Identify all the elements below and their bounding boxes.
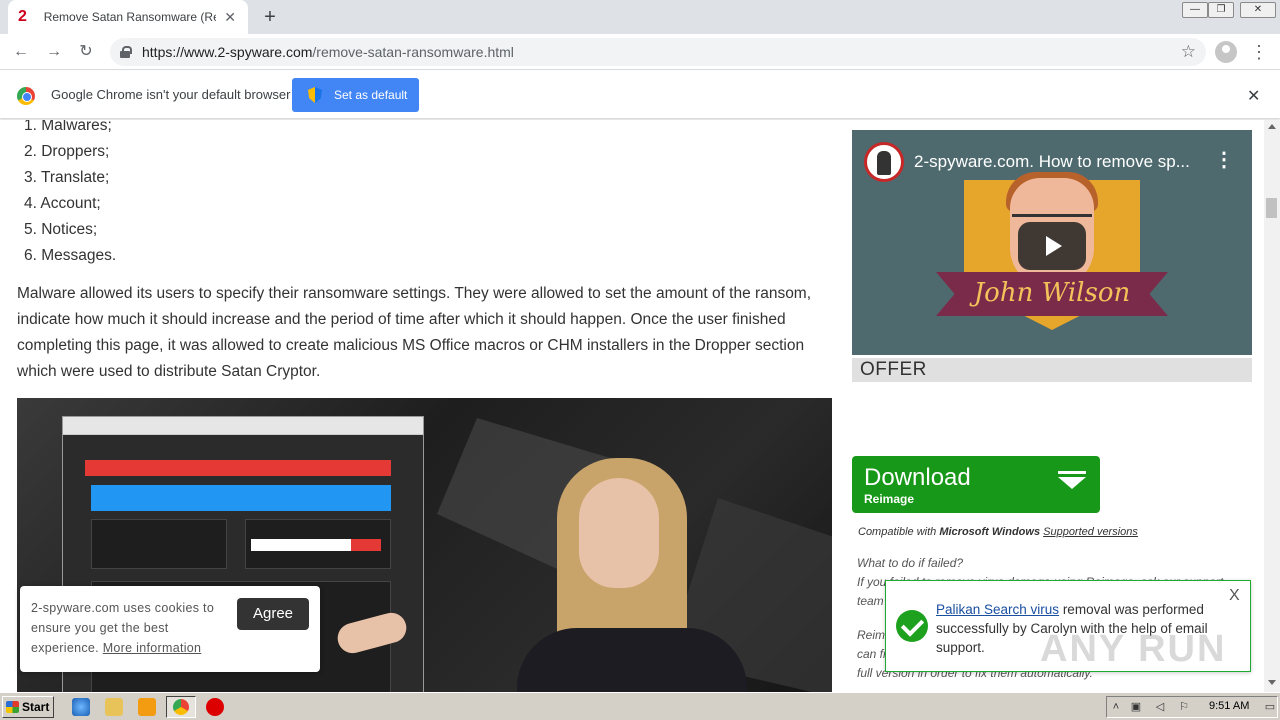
list-item: 4. Account;: [24, 195, 101, 212]
more-options-icon[interactable]: ⋮: [1214, 150, 1234, 170]
windows-flag-icon: [6, 701, 19, 713]
page-scrollbar[interactable]: [1264, 120, 1280, 692]
minimize-button[interactable]: —: [1182, 2, 1208, 18]
article-paragraph: Malware allowed its users to specify the…: [17, 285, 812, 380]
media-player-icon[interactable]: [138, 698, 156, 716]
forward-button[interactable]: →: [42, 40, 66, 64]
show-desktop-icon[interactable]: ▭: [1263, 701, 1277, 713]
site-favicon-icon: 2: [18, 8, 27, 25]
windows-taskbar: Start ˄ ▣ ◁ ⚐ 9:51 AM ▭: [0, 692, 1280, 720]
action-center-flag-icon[interactable]: ⚐: [1177, 701, 1191, 713]
youtube-embed[interactable]: John Wilson 2-spyware.com. How to remove…: [852, 130, 1252, 355]
presenter-image: [517, 458, 747, 692]
scroll-thumb[interactable]: [1266, 198, 1277, 218]
download-label: Download: [864, 464, 971, 491]
system-tray: ˄ ▣ ◁ ⚐ 9:51 AM ▭: [1106, 696, 1278, 718]
feature-list: 1. Malwares; 2. Droppers; 3. Translate; …: [24, 120, 116, 269]
start-button[interactable]: Start: [2, 696, 54, 718]
list-item: 2. Droppers;: [24, 143, 110, 160]
success-check-icon: [896, 610, 928, 642]
download-arrow-icon: [1058, 471, 1086, 497]
browser-tab[interactable]: 2 Remove Satan Ransomware (Remov ✕: [8, 0, 248, 34]
download-sublabel: Reimage: [864, 492, 915, 506]
notification-close-icon[interactable]: X: [1229, 587, 1240, 605]
tray-expand-icon[interactable]: ˄: [1109, 701, 1123, 713]
list-item: 6. Messages.: [24, 247, 117, 264]
new-tab-button[interactable]: +: [258, 6, 282, 28]
video-title[interactable]: 2-spyware.com. How to remove sp...: [914, 152, 1214, 172]
back-button[interactable]: ←: [9, 40, 33, 64]
channel-avatar-icon[interactable]: [864, 142, 904, 182]
taskbar-clock[interactable]: 9:51 AM: [1209, 700, 1249, 712]
internet-explorer-icon[interactable]: [72, 698, 90, 716]
url-text: https://www.2-spyware.com/remove-satan-r…: [142, 44, 514, 60]
default-browser-infobar: Google Chrome isn't your default browser…: [0, 71, 1280, 119]
agree-button[interactable]: Agree: [237, 598, 309, 630]
uac-shield-icon: [308, 87, 322, 103]
chrome-logo-icon: [17, 87, 35, 105]
security-alert-icon[interactable]: [206, 698, 224, 716]
infobar-message: Google Chrome isn't your default browser: [51, 87, 291, 102]
offer-heading: OFFER: [852, 358, 1252, 382]
reload-button[interactable]: ↻: [74, 40, 98, 64]
restore-button[interactable]: ❐: [1208, 2, 1234, 18]
taskbar-chrome-button[interactable]: [166, 696, 196, 718]
browser-toolbar: ← → ↻ https://www.2-spyware.com/remove-s…: [0, 34, 1280, 70]
address-bar[interactable]: https://www.2-spyware.com/remove-satan-r…: [110, 38, 1206, 66]
play-button-icon[interactable]: [1018, 222, 1086, 270]
web-page: 1. Malwares; 2. Droppers; 3. Translate; …: [0, 120, 1264, 692]
lock-icon[interactable]: [120, 46, 132, 58]
anyrun-watermark: ANY RUN: [1040, 628, 1227, 670]
volume-icon[interactable]: ◁: [1153, 701, 1167, 713]
explorer-folder-icon[interactable]: [105, 698, 123, 716]
set-as-default-label: Set as default: [334, 88, 408, 102]
network-icon[interactable]: ▣: [1129, 701, 1143, 713]
download-button[interactable]: Download Reimage: [852, 456, 1100, 513]
tab-close-icon[interactable]: ✕: [222, 9, 238, 25]
list-item: 1. Malwares;: [24, 120, 112, 134]
list-item: 3. Translate;: [24, 169, 110, 186]
supported-versions-link[interactable]: Supported versions: [1043, 526, 1138, 538]
chrome-taskbar-icon: [173, 699, 189, 715]
cookie-banner: 2-spyware.com uses cookies to ensure you…: [20, 586, 320, 672]
cookie-text: 2-spyware.com uses cookies to ensure you…: [31, 601, 215, 655]
tab-title: Remove Satan Ransomware (Remov: [43, 10, 217, 24]
set-as-default-button[interactable]: Set as default: [292, 78, 419, 112]
virus-link[interactable]: Palikan Search virus: [936, 602, 1059, 617]
window-close-button[interactable]: ✕: [1240, 2, 1276, 18]
start-label: Start: [22, 700, 50, 714]
infobar-close-icon[interactable]: ✕: [1247, 86, 1260, 106]
more-information-link[interactable]: More information: [103, 641, 202, 655]
tab-strip: 2 Remove Satan Ransomware (Remov ✕ + — ❐…: [0, 0, 1280, 34]
scroll-down-icon[interactable]: [1268, 680, 1276, 685]
compatibility-note: Compatible with Microsoft Windows Suppor…: [858, 526, 1138, 538]
bookmark-star-icon[interactable]: ☆: [1181, 42, 1196, 62]
scroll-up-icon[interactable]: [1268, 124, 1276, 129]
profile-icon[interactable]: [1215, 41, 1237, 63]
chrome-menu-icon[interactable]: ⋮: [1250, 40, 1268, 64]
list-item: 5. Notices;: [24, 221, 98, 238]
video-thumbnail-name: John Wilson: [973, 278, 1131, 308]
